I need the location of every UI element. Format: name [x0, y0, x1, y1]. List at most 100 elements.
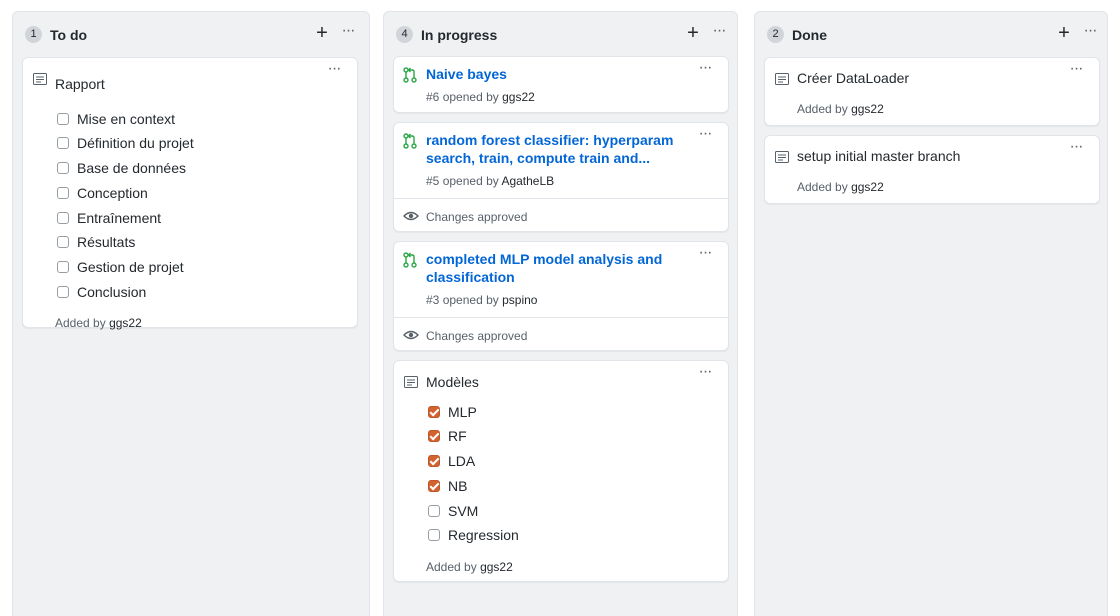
task-label: Mise en context [77, 111, 176, 127]
opened-by-text: opened by [442, 293, 499, 307]
task-label: MLP [448, 404, 477, 420]
task-label: Définition du projet [77, 135, 194, 151]
git-pull-request-icon [403, 67, 417, 83]
opened-by-text: opened by [442, 174, 499, 188]
task-checkbox[interactable] [57, 137, 69, 149]
author-link[interactable]: pspino [502, 293, 537, 307]
review-status: Changes approved [394, 317, 728, 351]
pr-meta: #5 opened by AgatheLB [426, 173, 554, 189]
column-menu-button[interactable]: ··· [339, 23, 357, 44]
added-by-text: Added by ggs22 [55, 315, 142, 331]
task-checkbox-checked[interactable] [428, 430, 440, 442]
pr-number: #5 [426, 174, 440, 188]
task-checkbox[interactable] [57, 236, 69, 248]
card-menu-button[interactable]: ··· [696, 245, 714, 262]
note-icon [775, 73, 789, 85]
author-link[interactable]: ggs22 [502, 90, 535, 104]
task-label: Regression [448, 527, 519, 543]
note-icon [775, 151, 789, 163]
added-by-prefix: Added by [797, 180, 848, 194]
card-menu-button[interactable]: ··· [325, 61, 343, 78]
card-menu-button[interactable]: ··· [696, 364, 714, 381]
column-count-badge: 1 [25, 26, 42, 43]
pr-meta: #6 opened by ggs22 [426, 89, 535, 105]
task-checkbox[interactable] [57, 113, 69, 125]
task-label: Entraînement [77, 210, 162, 226]
added-by-text: Added by ggs22 [426, 559, 513, 575]
task-label: NB [448, 478, 468, 494]
pr-title-line: completed MLP model analysis and [426, 251, 663, 267]
author-link[interactable]: ggs22 [109, 316, 142, 330]
pr-card[interactable]: completed MLP model analysis and classif… [393, 241, 729, 351]
add-card-button[interactable]: + [684, 23, 702, 44]
add-card-button[interactable]: + [1055, 23, 1073, 44]
task-checkbox[interactable] [57, 162, 69, 174]
task-label: Résultats [77, 234, 136, 250]
card-menu-button[interactable]: ··· [696, 60, 714, 77]
card-menu-button[interactable]: ··· [1067, 139, 1085, 156]
column-header: 2 Done + ··· [755, 23, 1107, 45]
task-checkbox[interactable] [57, 286, 69, 298]
task-label: Conception [77, 185, 148, 201]
note-card-modeles[interactable]: Modèles ··· MLP RF LDA NB SVM Regression… [393, 360, 729, 582]
task-label: LDA [448, 453, 476, 469]
author-link[interactable]: AgatheLB [501, 174, 554, 188]
eye-icon [403, 211, 419, 221]
task-checkbox-checked[interactable] [428, 406, 440, 418]
column-count-badge: 2 [767, 26, 784, 43]
review-status-text: Changes approved [426, 210, 528, 224]
author-link[interactable]: ggs22 [851, 180, 884, 194]
card-menu-button[interactable]: ··· [1067, 61, 1085, 78]
pr-title-line: classification [426, 269, 515, 285]
column-header: 4 In progress + ··· [384, 23, 737, 45]
pr-title-line: random forest classifier: hyperparam [426, 132, 674, 148]
pr-meta: #3 opened by pspino [426, 292, 537, 308]
pr-number: #3 [426, 293, 440, 307]
added-by-text: Added by ggs22 [797, 179, 884, 195]
note-card[interactable]: setup initial master branch ··· Added by… [764, 135, 1100, 204]
task-checkbox[interactable] [57, 261, 69, 273]
opened-by-text: opened by [442, 90, 499, 104]
column-in-progress: 4 In progress + ··· Naive bayes ··· #6 o… [383, 11, 738, 616]
git-pull-request-icon [403, 252, 417, 268]
add-card-button[interactable]: + [313, 23, 331, 44]
note-title: Rapport [55, 76, 105, 92]
column-done: 2 Done + ··· Créer DataLoader ··· Added … [754, 11, 1108, 616]
pr-title-link[interactable]: random forest classifier: hyperparam sea… [426, 131, 688, 167]
note-card[interactable]: Créer DataLoader ··· Added by ggs22 [764, 57, 1100, 126]
review-status: Changes approved [394, 198, 728, 232]
added-by-prefix: Added by [426, 560, 477, 574]
pr-title-link[interactable]: completed MLP model analysis and classif… [426, 250, 688, 286]
note-title: setup initial master branch [797, 148, 961, 164]
card-menu-button[interactable]: ··· [696, 126, 714, 143]
task-checkbox[interactable] [57, 212, 69, 224]
pr-card[interactable]: random forest classifier: hyperparam sea… [393, 122, 729, 232]
column-count-badge: 4 [396, 26, 413, 43]
column-todo: 1 To do + ··· Rapport ··· Mise en contex… [12, 11, 370, 616]
task-label: Conclusion [77, 284, 147, 300]
added-by-prefix: Added by [797, 102, 848, 116]
column-title: Done [792, 27, 827, 43]
added-by-prefix: Added by [55, 316, 106, 330]
author-link[interactable]: ggs22 [851, 102, 884, 116]
task-checkbox[interactable] [428, 529, 440, 541]
pr-title-line: search, train, compute train and... [426, 150, 651, 166]
task-checkbox-checked[interactable] [428, 480, 440, 492]
pr-card[interactable]: Naive bayes ··· #6 opened by ggs22 [393, 56, 729, 113]
task-label: Gestion de projet [77, 259, 184, 275]
note-title: Modèles [426, 374, 479, 390]
column-title: In progress [421, 27, 498, 43]
project-board: 1 To do + ··· Rapport ··· Mise en contex… [0, 0, 1120, 616]
task-checkbox[interactable] [57, 187, 69, 199]
pr-title-link[interactable]: Naive bayes [426, 65, 688, 83]
note-icon [33, 73, 47, 85]
git-pull-request-icon [403, 133, 417, 149]
column-menu-button[interactable]: ··· [1081, 23, 1099, 44]
task-checkbox[interactable] [428, 505, 440, 517]
author-link[interactable]: ggs22 [480, 560, 513, 574]
column-menu-button[interactable]: ··· [710, 23, 728, 44]
task-label: Base de données [77, 160, 186, 176]
column-title: To do [50, 27, 88, 43]
note-card-rapport[interactable]: Rapport ··· Mise en context Définition d… [22, 57, 358, 331]
task-checkbox-checked[interactable] [428, 455, 440, 467]
